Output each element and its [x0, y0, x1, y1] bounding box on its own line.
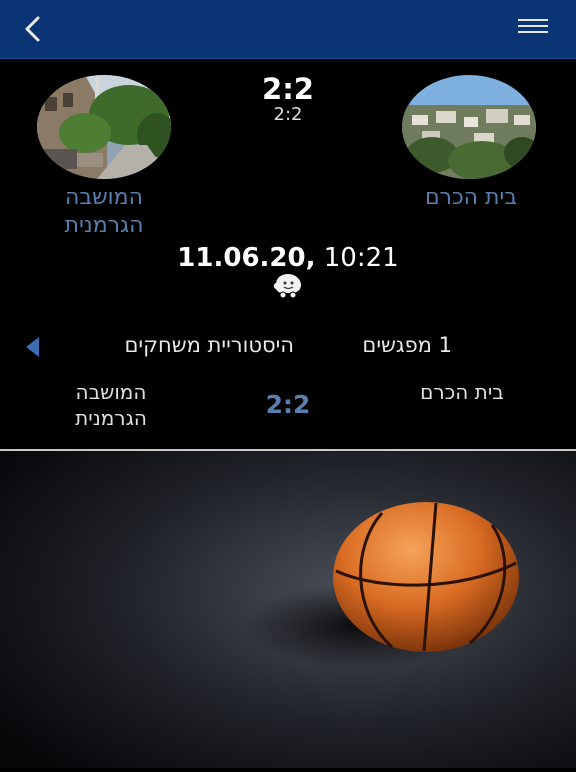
waze-icon	[273, 274, 301, 299]
top-bar	[0, 0, 576, 59]
date-time-separator: ,	[305, 243, 316, 273]
match-score-secondary: 2:2	[273, 104, 303, 125]
chevron-left-icon	[25, 16, 40, 42]
match-datetime: 11.06.20, 10:21	[120, 243, 456, 273]
basketball-background-image	[0, 451, 576, 768]
waze-button[interactable]	[270, 273, 304, 299]
away-team-name[interactable]: המושבה הגרמנית	[36, 184, 172, 240]
menu-button[interactable]	[518, 16, 548, 38]
match-date: 11.06.20	[177, 243, 306, 273]
match-score: 2:2	[262, 72, 314, 106]
match-time: 10:21	[323, 243, 399, 273]
tab-games-history[interactable]: היסטוריית משחקים	[125, 333, 295, 357]
home-team-name[interactable]: בית הכרם	[396, 184, 546, 212]
tab-meetings[interactable]: 1 מפגשים	[362, 333, 452, 357]
history-away-team: המושבה הגרמנית	[75, 380, 147, 430]
away-team-photo	[37, 75, 171, 179]
history-home-team: בית הכרם	[420, 380, 504, 404]
back-button[interactable]	[18, 12, 52, 46]
hamburger-menu-icon	[518, 19, 548, 21]
home-team-photo	[402, 75, 536, 179]
history-score: 2:2	[265, 390, 311, 419]
triangle-left-icon[interactable]	[26, 337, 39, 357]
